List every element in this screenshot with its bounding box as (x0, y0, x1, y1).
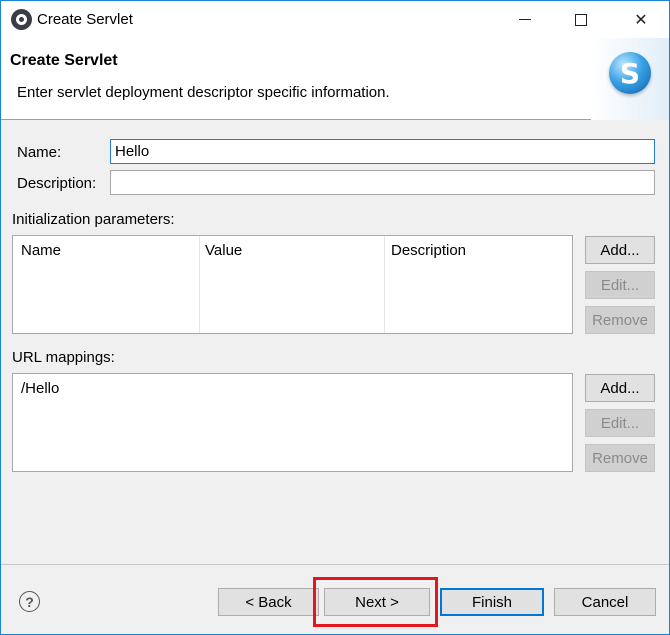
column-header-description[interactable]: Description (391, 242, 466, 259)
help-icon[interactable]: ? (19, 591, 40, 612)
close-icon: ✕ (634, 11, 648, 29)
column-header-name[interactable]: Name (21, 242, 61, 259)
maximize-icon (575, 13, 587, 26)
title-bar[interactable]: Create Servlet ✕ (1, 1, 669, 38)
finish-button[interactable]: Finish (440, 588, 544, 616)
cancel-button[interactable]: Cancel (554, 588, 656, 616)
name-field[interactable] (110, 139, 655, 164)
minimize-icon (519, 19, 531, 20)
servlet-logo-icon: S (609, 52, 651, 94)
url-mappings-label: URL mappings: (12, 349, 115, 366)
back-button[interactable]: < Back (218, 588, 319, 616)
init-params-add-button[interactable]: Add... (585, 236, 655, 264)
description-label: Description: (17, 175, 97, 192)
url-mappings-add-button[interactable]: Add... (585, 374, 655, 402)
window-title: Create Servlet (37, 11, 133, 28)
footer-divider (1, 564, 669, 565)
description-field[interactable] (110, 170, 655, 195)
page-title: Create Servlet (10, 52, 118, 69)
create-servlet-dialog: Create Servlet ✕ Create Servlet Enter se… (0, 0, 670, 635)
eclipse-icon (11, 9, 32, 30)
url-mappings-list[interactable]: /Hello (12, 373, 573, 472)
init-params-table[interactable]: Name Value Description (12, 235, 573, 334)
wizard-banner: Create Servlet Enter servlet deployment … (1, 38, 669, 120)
next-button-highlight (313, 577, 438, 627)
init-params-remove-button[interactable]: Remove (585, 306, 655, 334)
maximize-button[interactable] (553, 1, 609, 38)
close-button[interactable]: ✕ (613, 1, 669, 38)
name-label: Name: (17, 144, 62, 161)
init-params-edit-button[interactable]: Edit... (585, 271, 655, 299)
column-header-value[interactable]: Value (205, 242, 242, 259)
page-description: Enter servlet deployment descriptor spec… (17, 84, 390, 101)
list-item[interactable]: /Hello (21, 380, 59, 397)
url-mappings-edit-button[interactable]: Edit... (585, 409, 655, 437)
init-params-label: Initialization parameters: (12, 211, 175, 228)
url-mappings-remove-button[interactable]: Remove (585, 444, 655, 472)
minimize-button[interactable] (497, 1, 553, 38)
